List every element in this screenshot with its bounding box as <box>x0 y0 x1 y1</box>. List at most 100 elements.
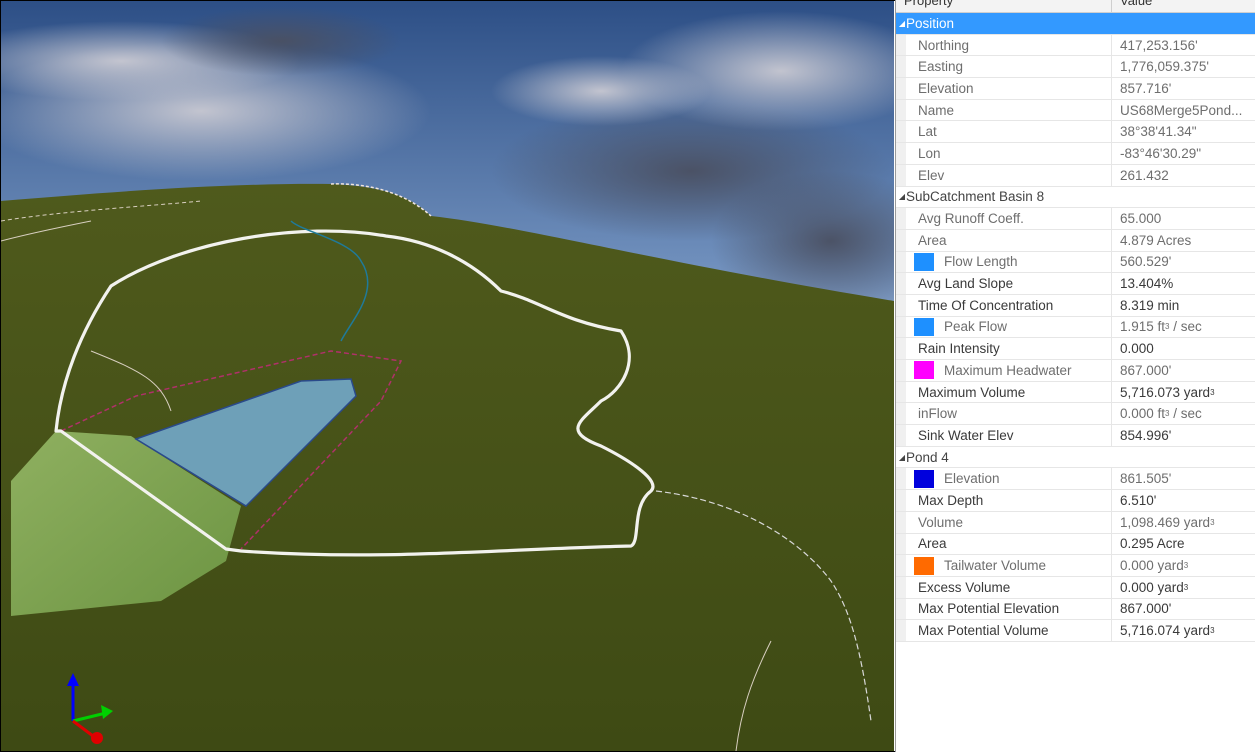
property-name: Elev <box>918 167 945 183</box>
property-column-header[interactable]: Property <box>896 0 1112 12</box>
property-grid-header: Property Value <box>896 0 1255 13</box>
property-value-cell[interactable]: US68Merge5Pond... <box>1112 100 1255 121</box>
property-name-cell: Flow Length <box>906 251 1112 273</box>
property-value-cell[interactable]: 857.716' <box>1112 78 1255 99</box>
property-value-cell[interactable]: 13.404% <box>1112 273 1255 294</box>
property-value-cell[interactable]: 417,253.156' <box>1112 35 1255 56</box>
property-name-cell: Max Potential Volume <box>906 620 1112 641</box>
property-value-cell[interactable]: 4.879 Acres <box>1112 230 1255 251</box>
property-row[interactable]: Peak Flow 1.915 ft 3 / sec <box>896 316 1255 339</box>
property-value-cell[interactable]: 1,776,059.375' <box>1112 56 1255 77</box>
property-row[interactable]: Flow Length 560.529' <box>896 251 1255 274</box>
property-row[interactable]: Max Potential Elevation 867.000' <box>896 598 1255 621</box>
property-row[interactable]: Max Depth 6.510' <box>896 490 1255 512</box>
property-row[interactable]: Lat 38°38'41.34" <box>896 121 1255 144</box>
color-swatch-icon[interactable] <box>914 469 934 488</box>
property-value-cell[interactable]: 5,716.073 yard 3 <box>1112 382 1255 403</box>
property-row[interactable]: Area 4.879 Acres <box>896 229 1255 252</box>
property-value-cell[interactable]: -83°46'30.29" <box>1112 143 1255 164</box>
value-column-header[interactable]: Value <box>1112 0 1152 12</box>
property-value-cell[interactable]: 854.996' <box>1112 425 1255 446</box>
terrain-3d-viewport[interactable] <box>1 1 894 751</box>
property-value-cell[interactable]: 38°38'41.34" <box>1112 121 1255 142</box>
unit-suffix: / sec <box>1169 319 1202 335</box>
property-value-cell[interactable]: 5,716.074 yard 3 <box>1112 620 1255 641</box>
color-swatch-icon[interactable] <box>914 317 934 336</box>
property-row[interactable]: Northing 417,253.156' <box>896 34 1255 57</box>
property-value: 1,776,059.375' <box>1120 59 1209 75</box>
property-row[interactable]: Maximum Headwater 867.000' <box>896 360 1255 382</box>
row-gutter <box>896 576 906 598</box>
property-value: 65.000 <box>1120 211 1162 227</box>
property-row[interactable]: Max Potential Volume 5,716.074 yard 3 <box>896 620 1255 642</box>
collapse-triangle-icon[interactable]: ◢ <box>896 19 906 28</box>
property-row[interactable]: Time Of Concentration 8.319 min <box>896 294 1255 317</box>
property-name-cell: Name <box>906 99 1112 121</box>
unit-exponent: 3 <box>1210 517 1215 527</box>
property-value-cell[interactable]: 8.319 min <box>1112 295 1255 316</box>
property-name-cell: Time Of Concentration <box>906 294 1112 316</box>
property-row[interactable]: Tailwater Volume 0.000 yard 3 <box>896 555 1255 577</box>
property-row[interactable]: Elev 261.432 <box>896 164 1255 187</box>
property-value-cell[interactable]: 861.505' <box>1112 468 1255 489</box>
row-gutter <box>896 381 906 403</box>
property-value-cell[interactable]: 0.000 yard 3 <box>1112 577 1255 598</box>
color-swatch-icon[interactable] <box>914 556 934 575</box>
row-gutter <box>896 511 906 533</box>
property-row[interactable]: Rain Intensity 0.000 <box>896 338 1255 360</box>
property-name: Lat <box>918 124 937 140</box>
property-value-cell[interactable]: 65.000 <box>1112 208 1255 229</box>
property-row[interactable]: Sink Water Elev 854.996' <box>896 425 1255 447</box>
property-row[interactable]: Lon -83°46'30.29" <box>896 143 1255 165</box>
property-value-cell[interactable]: 1,098.469 yard 3 <box>1112 512 1255 533</box>
property-value: 857.716' <box>1120 80 1172 96</box>
category-position[interactable]: ◢ Position <box>896 13 1255 35</box>
property-value-cell[interactable]: 0.000 ft 3 / sec <box>1112 403 1255 424</box>
row-gutter <box>896 533 906 555</box>
color-swatch-icon[interactable] <box>914 252 934 271</box>
property-name: Excess Volume <box>918 579 1011 595</box>
row-gutter <box>896 598 906 620</box>
property-row[interactable]: Elevation 857.716' <box>896 78 1255 100</box>
row-gutter <box>896 229 906 251</box>
property-row[interactable]: Elevation 861.505' <box>896 468 1255 491</box>
row-gutter <box>896 468 906 490</box>
property-name-cell: Elevation <box>906 468 1112 490</box>
property-value: 5,716.074 yard <box>1120 623 1211 639</box>
category-title: Pond 4 <box>906 449 949 465</box>
row-gutter <box>896 164 906 186</box>
property-value: 5,716.073 yard <box>1120 384 1211 400</box>
property-name: Lon <box>918 145 941 161</box>
property-name: Max Potential Elevation <box>918 601 1060 617</box>
property-row[interactable]: Avg Runoff Coeff. 65.000 <box>896 208 1255 230</box>
property-value-cell[interactable]: 560.529' <box>1112 252 1255 273</box>
property-row[interactable]: inFlow 0.000 ft 3 / sec <box>896 403 1255 426</box>
property-row[interactable]: Volume 1,098.469 yard 3 <box>896 511 1255 534</box>
property-value-cell[interactable]: 0.000 <box>1112 338 1255 359</box>
property-value-cell[interactable]: 6.510' <box>1112 490 1255 511</box>
property-value-cell[interactable]: 1.915 ft 3 / sec <box>1112 317 1255 338</box>
property-row[interactable]: Excess Volume 0.000 yard 3 <box>896 576 1255 599</box>
property-grid[interactable]: Property Value ◢ Position Northing 417,253.… <box>895 0 1255 752</box>
collapse-triangle-icon[interactable]: ◢ <box>896 453 906 462</box>
property-row[interactable]: Name US68Merge5Pond... <box>896 99 1255 122</box>
property-value-cell[interactable]: 261.432 <box>1112 165 1255 186</box>
color-swatch-icon[interactable] <box>914 361 934 380</box>
property-value-cell[interactable]: 0.295 Acre <box>1112 534 1255 555</box>
unit-exponent: 3 <box>1210 626 1215 636</box>
property-value-cell[interactable]: 867.000' <box>1112 599 1255 620</box>
property-name-cell: Lon <box>906 143 1112 164</box>
collapse-triangle-icon[interactable]: ◢ <box>896 192 906 201</box>
property-value-cell[interactable]: 867.000' <box>1112 360 1255 381</box>
category-pond-4[interactable]: ◢ Pond 4 <box>896 446 1255 469</box>
category-subcatchment-basin-8[interactable]: ◢ SubCatchment Basin 8 <box>896 186 1255 209</box>
property-value: 0.000 ft <box>1120 406 1166 422</box>
property-value-cell[interactable]: 0.000 yard 3 <box>1112 555 1255 576</box>
property-value: US68Merge5Pond... <box>1120 102 1243 118</box>
property-row[interactable]: Area 0.295 Acre <box>896 533 1255 556</box>
property-row[interactable]: Maximum Volume 5,716.073 yard 3 <box>896 381 1255 404</box>
row-gutter <box>896 273 906 294</box>
row-gutter <box>896 555 906 576</box>
property-row[interactable]: Easting 1,776,059.375' <box>896 56 1255 79</box>
property-row[interactable]: Avg Land Slope 13.404% <box>896 273 1255 295</box>
